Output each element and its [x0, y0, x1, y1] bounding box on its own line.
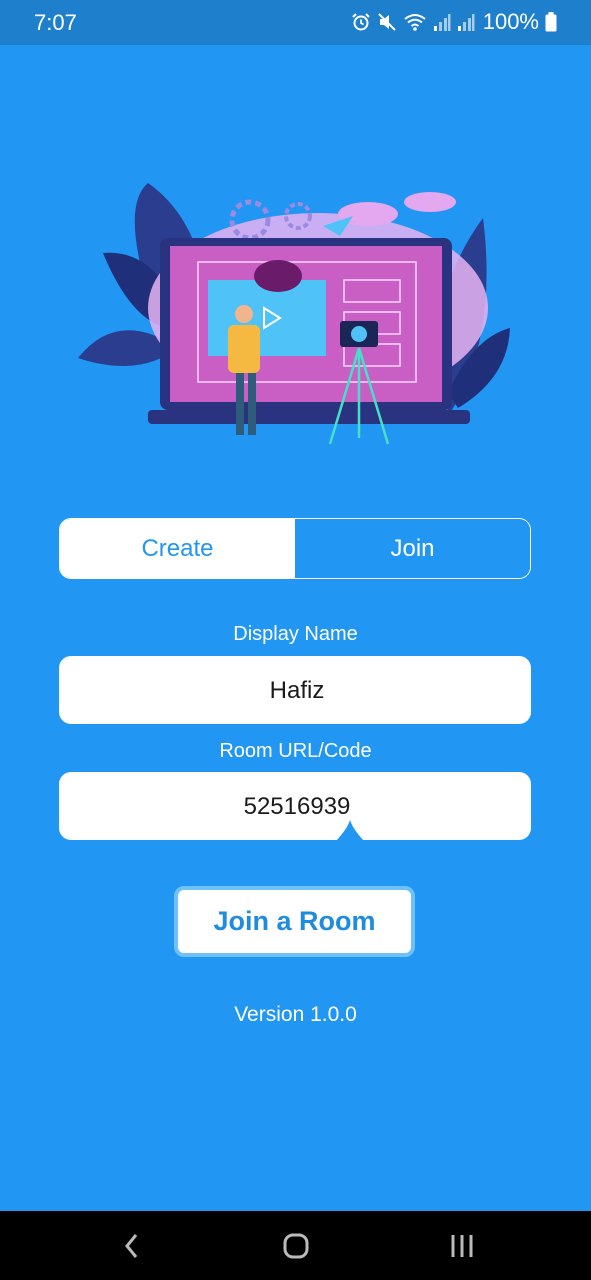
status-time: 7:07: [34, 10, 77, 35]
display-name-label: Display Name: [233, 623, 358, 645]
room-code-label: Room URL/Code: [219, 740, 372, 762]
video-conference-illustration: [78, 183, 510, 445]
back-icon: [125, 1233, 138, 1258]
display-name-input[interactable]: [59, 656, 535, 726]
tab-create[interactable]: Create: [60, 519, 295, 578]
back-button[interactable]: [92, 1211, 172, 1280]
battery-icon: [545, 12, 557, 32]
display-name-field-container: [59, 656, 535, 726]
home-button[interactable]: [256, 1211, 336, 1280]
mute-icon: [378, 13, 396, 31]
room-code-input[interactable]: [59, 772, 535, 842]
signal-icon: [433, 14, 451, 31]
status-icons: 100%: [351, 9, 557, 35]
signal-icon: [457, 14, 475, 31]
navigation-bar: [0, 1211, 591, 1280]
alarm-icon: [352, 13, 370, 31]
battery-percent: 100%: [482, 9, 539, 34]
recents-icon: [451, 1234, 473, 1257]
text-cursor-handle[interactable]: [333, 820, 367, 844]
recents-button[interactable]: [422, 1211, 502, 1280]
join-room-button[interactable]: Join a Room: [174, 886, 415, 957]
wifi-icon: [404, 14, 426, 31]
mode-segmented-control: Create Join: [59, 518, 531, 579]
home-icon: [283, 1233, 309, 1258]
room-code-field-container: [59, 772, 535, 842]
status-bar: 7:07 100%: [0, 0, 591, 45]
tab-join[interactable]: Join: [295, 519, 530, 578]
version-text: Version 1.0.0: [234, 1003, 357, 1026]
